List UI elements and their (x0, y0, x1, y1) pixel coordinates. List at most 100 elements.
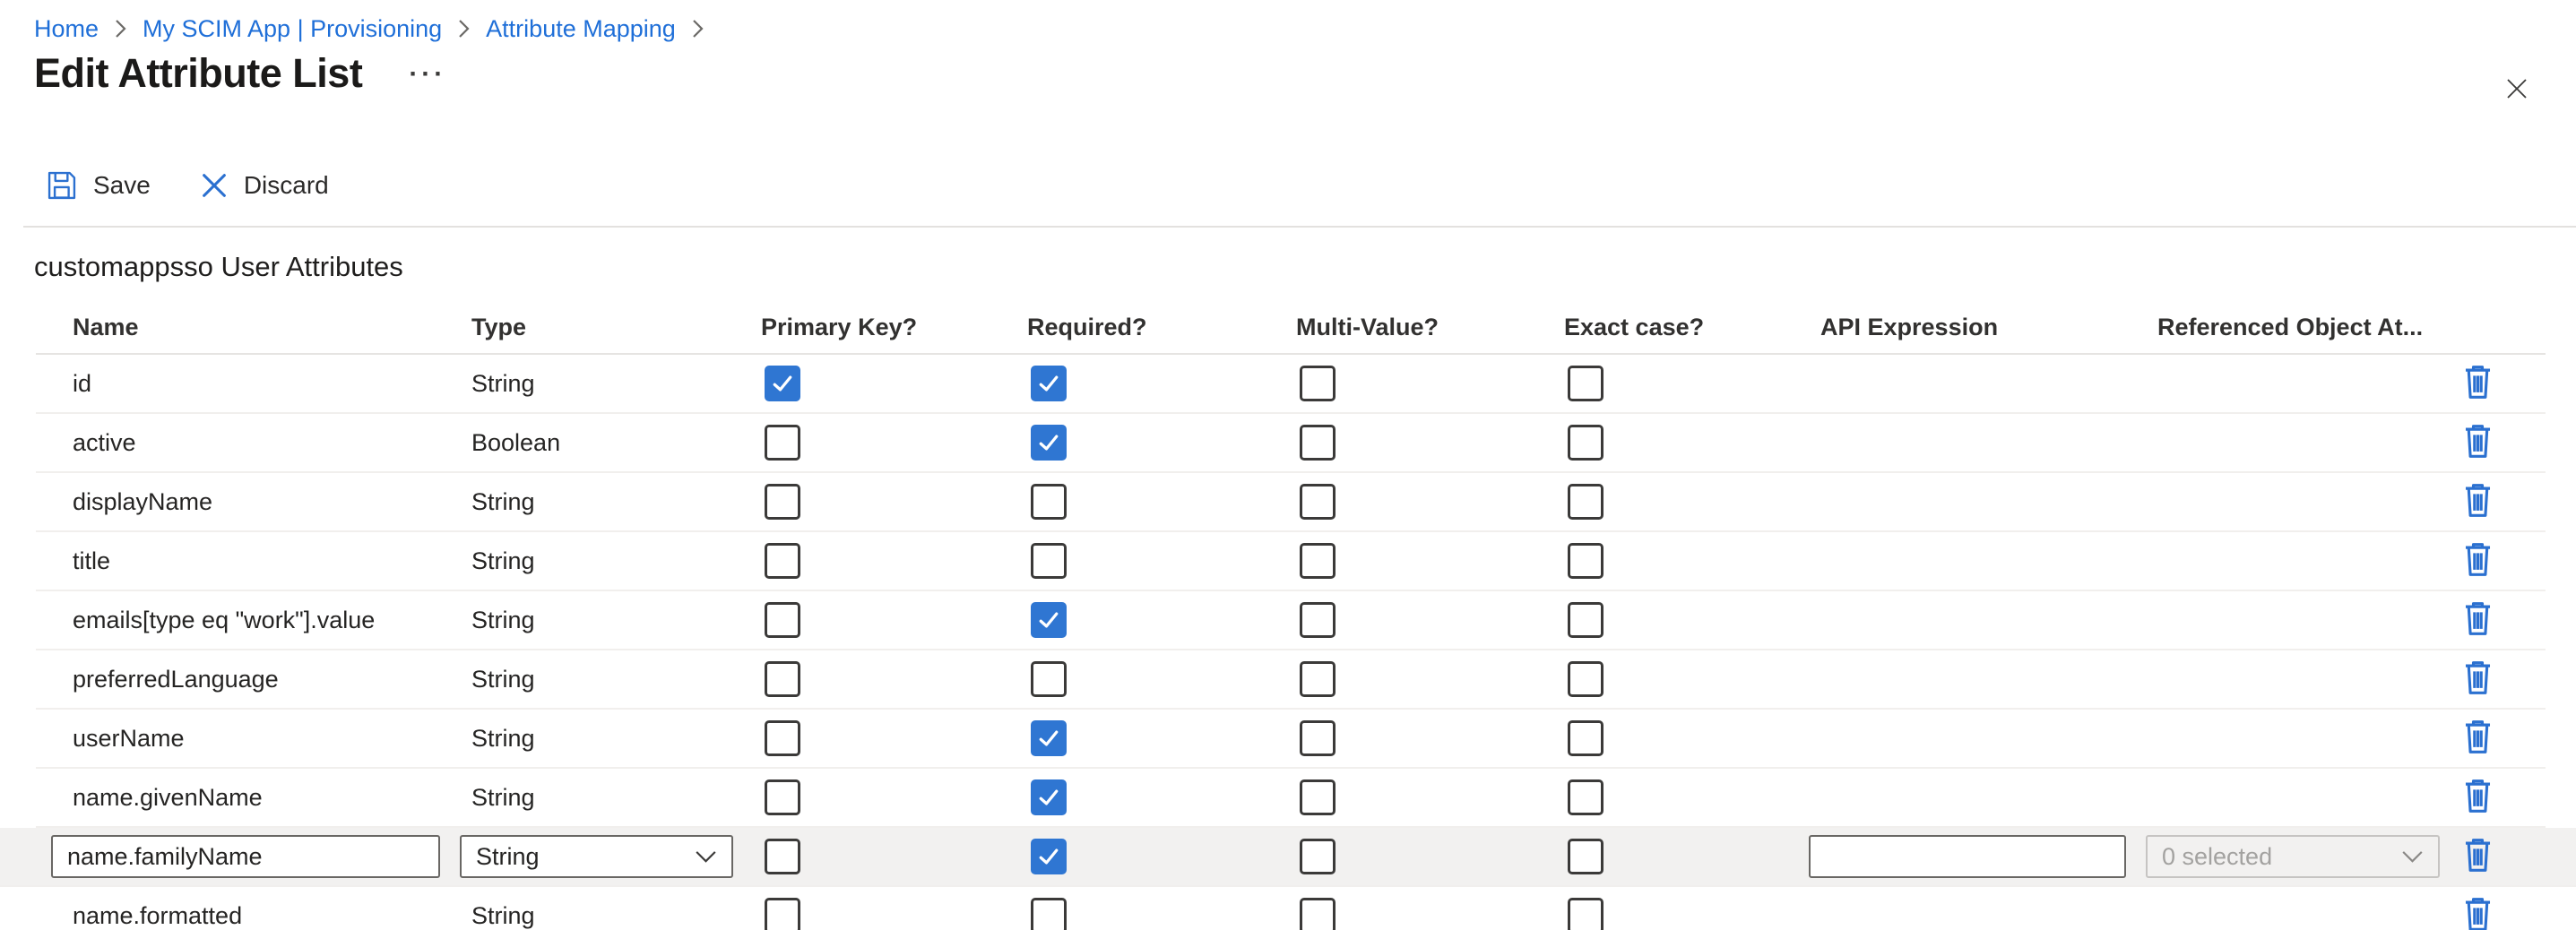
column-header-referenced-object: Referenced Object At... (2157, 314, 2438, 341)
api-expression-input[interactable] (1809, 835, 2126, 878)
table-row[interactable]: idString (36, 355, 2546, 414)
required-checkbox[interactable] (1031, 720, 1067, 756)
table-body: idStringactiveBooleandisplayNameStringti… (36, 355, 2546, 930)
required-checkbox[interactable] (1031, 898, 1067, 930)
primary-key-cell (761, 425, 1027, 461)
primary-key-checkbox[interactable] (765, 484, 800, 520)
attribute-type-select[interactable]: String (460, 835, 733, 878)
multi-value-checkbox[interactable] (1300, 898, 1336, 930)
primary-key-checkbox[interactable] (765, 366, 800, 401)
trash-icon (2461, 600, 2494, 637)
referenced-object-value: 0 selected (2162, 843, 2272, 871)
primary-key-checkbox[interactable] (765, 720, 800, 756)
exact-case-checkbox[interactable] (1568, 425, 1604, 461)
attribute-name: emails[type eq "work"].value (36, 607, 471, 634)
attribute-type: String (471, 370, 761, 398)
referenced-object-select[interactable]: 0 selected (2146, 835, 2440, 878)
required-cell (1027, 602, 1296, 638)
exact-case-checkbox[interactable] (1568, 720, 1604, 756)
required-checkbox[interactable] (1031, 366, 1067, 401)
required-checkbox[interactable] (1031, 839, 1067, 874)
primary-key-checkbox[interactable] (765, 425, 800, 461)
attribute-name: active (36, 429, 471, 457)
delete-row-button[interactable] (2461, 541, 2494, 581)
delete-row-button[interactable] (2461, 659, 2494, 699)
required-cell (1027, 779, 1296, 815)
delete-row-button[interactable] (2461, 423, 2494, 462)
primary-key-checkbox[interactable] (765, 839, 800, 874)
multi-value-checkbox[interactable] (1300, 543, 1336, 579)
delete-row-button[interactable] (2461, 896, 2494, 930)
required-checkbox[interactable] (1031, 543, 1067, 579)
close-button[interactable] (2499, 72, 2535, 108)
table-row[interactable]: userNameString (36, 710, 2546, 769)
delete-row-button[interactable] (2461, 719, 2494, 758)
multi-value-checkbox[interactable] (1300, 366, 1336, 401)
multi-value-cell (1296, 484, 1564, 520)
primary-key-checkbox[interactable] (765, 661, 800, 697)
table-row[interactable]: titleString (36, 532, 2546, 591)
column-header-api-expression: API Expression (1820, 314, 2157, 341)
primary-key-checkbox[interactable] (765, 543, 800, 579)
delete-row-button[interactable] (2461, 482, 2494, 521)
delete-row-button[interactable] (2461, 837, 2494, 876)
column-header-name: Name (36, 314, 471, 341)
required-cell (1027, 898, 1296, 930)
exact-case-checkbox[interactable] (1568, 661, 1604, 697)
multi-value-checkbox[interactable] (1300, 425, 1336, 461)
required-checkbox[interactable] (1031, 661, 1067, 697)
exact-case-checkbox[interactable] (1568, 602, 1604, 638)
exact-case-checkbox[interactable] (1568, 484, 1604, 520)
actions-cell (2438, 482, 2546, 521)
multi-value-checkbox[interactable] (1300, 661, 1336, 697)
primary-key-checkbox[interactable] (765, 602, 800, 638)
exact-case-checkbox[interactable] (1568, 839, 1604, 874)
delete-row-button[interactable] (2461, 778, 2494, 817)
table-row[interactable]: preferredLanguageString (36, 650, 2546, 710)
save-button[interactable]: Save (45, 168, 151, 202)
required-checkbox[interactable] (1031, 779, 1067, 815)
table-header-row: Name Type Primary Key? Required? Multi-V… (36, 301, 2546, 355)
primary-key-cell (761, 602, 1027, 638)
multi-value-checkbox[interactable] (1300, 720, 1336, 756)
multi-value-checkbox[interactable] (1300, 602, 1336, 638)
primary-key-checkbox[interactable] (765, 779, 800, 815)
exact-case-checkbox[interactable] (1568, 543, 1604, 579)
delete-row-button[interactable] (2461, 364, 2494, 403)
exact-case-checkbox[interactable] (1568, 779, 1604, 815)
delete-row-button[interactable] (2461, 600, 2494, 640)
multi-value-checkbox[interactable] (1300, 484, 1336, 520)
required-checkbox[interactable] (1031, 602, 1067, 638)
multi-value-checkbox[interactable] (1300, 839, 1336, 874)
multi-value-cell (1296, 839, 1564, 874)
primary-key-cell (761, 779, 1027, 815)
required-cell (1027, 484, 1296, 520)
multi-value-cell (1296, 779, 1564, 815)
table-row[interactable]: activeBoolean (36, 414, 2546, 473)
multi-value-cell (1296, 425, 1564, 461)
table-row[interactable]: name.formattedString (36, 887, 2546, 930)
required-checkbox[interactable] (1031, 425, 1067, 461)
more-menu-button[interactable]: ··· (409, 61, 446, 97)
multi-value-checkbox[interactable] (1300, 779, 1336, 815)
required-checkbox[interactable] (1031, 484, 1067, 520)
exact-case-checkbox[interactable] (1568, 898, 1604, 930)
save-button-label: Save (93, 171, 151, 200)
trash-icon (2461, 423, 2494, 460)
discard-button[interactable]: Discard (199, 170, 329, 201)
attribute-name-input[interactable] (51, 835, 440, 878)
primary-key-cell (761, 484, 1027, 520)
table-row[interactable]: emails[type eq "work"].valueString (36, 591, 2546, 650)
exact-case-cell (1564, 720, 1820, 756)
table-row[interactable]: displayNameString (36, 473, 2546, 532)
table-row-editing[interactable]: String 0 selected (0, 828, 2576, 887)
breadcrumb-home-link[interactable]: Home (34, 14, 99, 43)
table-row[interactable]: name.givenNameString (36, 769, 2546, 828)
breadcrumb-provisioning-link[interactable]: My SCIM App | Provisioning (143, 14, 442, 43)
primary-key-checkbox[interactable] (765, 898, 800, 930)
attribute-name: name.givenName (36, 784, 471, 812)
breadcrumb: Home My SCIM App | Provisioning Attribut… (34, 14, 704, 43)
primary-key-cell (761, 366, 1027, 401)
exact-case-checkbox[interactable] (1568, 366, 1604, 401)
breadcrumb-attribute-mapping-link[interactable]: Attribute Mapping (486, 14, 676, 43)
